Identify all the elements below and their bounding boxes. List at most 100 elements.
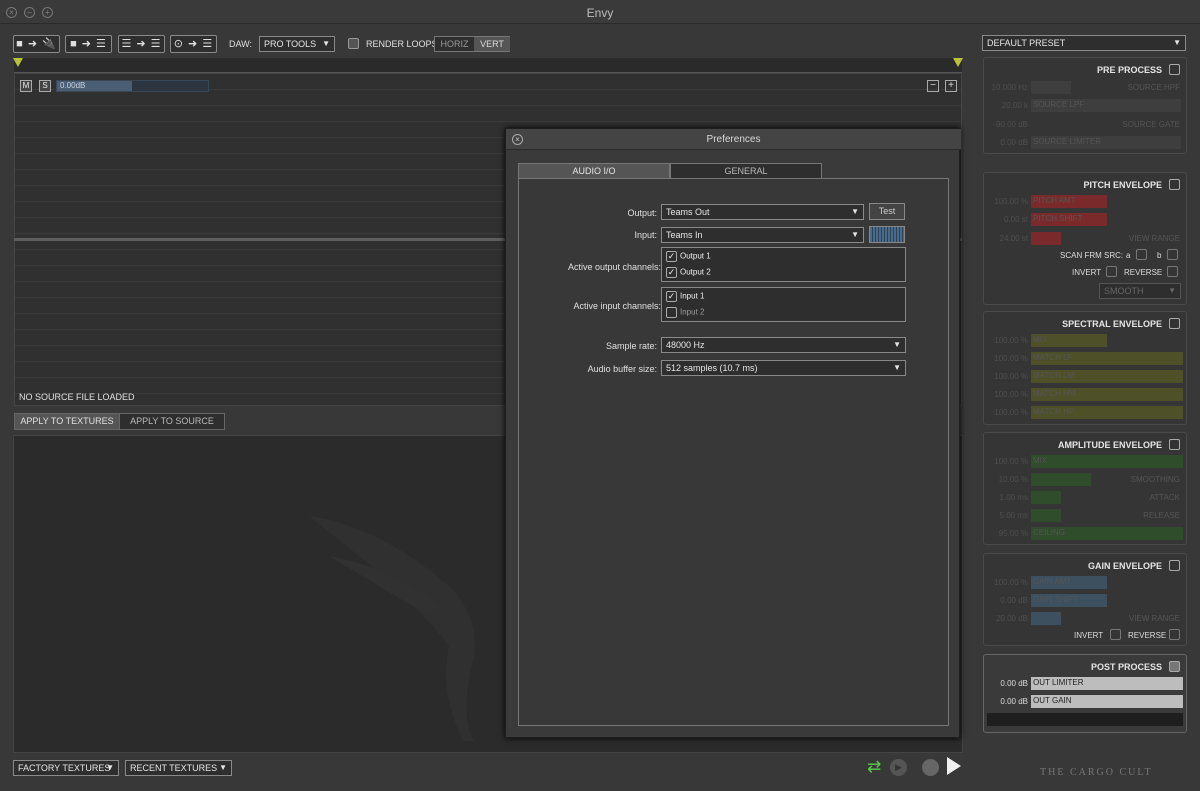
gain-reverse-checkbox[interactable] — [1169, 629, 1180, 640]
param-value: 100.00 % — [994, 390, 1028, 399]
param-label: VIEW RANGE — [1128, 614, 1180, 623]
scan-a-checkbox[interactable] — [1136, 249, 1147, 260]
factory-textures-select[interactable]: FACTORY TEXTURES ▼ — [13, 760, 119, 776]
param-bar[interactable]: PITCH SHIFT — [1031, 213, 1107, 226]
out-gain-row[interactable]: 0.00 dB OUT GAIN — [988, 694, 1184, 708]
post-process-section: POST PROCESS 0.00 dB OUT LIMITER 0.00 dB O… — [983, 654, 1187, 733]
param-bar[interactable]: PITCH AMT — [1031, 195, 1107, 208]
daw-select[interactable]: PRO TOOLS ▼ — [259, 36, 335, 52]
param-bar[interactable]: GAIN AMT — [1031, 576, 1107, 589]
tab-audio-io[interactable]: AUDIO I/O — [518, 163, 670, 179]
param-bar[interactable]: GAIN SHIFT — [1031, 594, 1107, 607]
track-gain-slider[interactable]: 0.00dB — [56, 80, 209, 92]
param-bar[interactable]: CEILING — [1031, 527, 1183, 540]
release-row[interactable]: 5.00 ms RELEASE — [988, 508, 1184, 522]
record-button[interactable] — [922, 759, 939, 776]
param-bar[interactable]: SOURCE LPF — [1031, 99, 1181, 112]
match-hf-row[interactable]: 100.00 % MATCH HF — [988, 405, 1184, 419]
param-bar[interactable]: MATCH LM — [1031, 370, 1183, 383]
gain-invert-checkbox[interactable] — [1110, 629, 1121, 640]
output-2-option[interactable]: ✓ Output 2 — [666, 267, 711, 278]
checkbox-checked-icon[interactable]: ✓ — [666, 291, 677, 302]
param-bar[interactable]: MATCH LF — [1031, 352, 1183, 365]
record-to-list-button[interactable]: ⊙ ➜ ☰ — [170, 35, 217, 53]
ceiling-row[interactable]: 95.00 % CEILING — [988, 526, 1184, 540]
play-icon[interactable] — [947, 757, 961, 775]
smoothing-row[interactable]: 10.00 % SMOOTHING — [988, 472, 1184, 486]
source-gate-row[interactable]: -90.00 dB SOURCE GATE — [988, 117, 1184, 131]
spectral-mix-row[interactable]: 100.00 % MIX — [988, 333, 1184, 347]
param-bar[interactable]: MIX — [1031, 455, 1183, 468]
gain-shift-row[interactable]: 0.00 dB GAIN SHIFT — [988, 593, 1184, 607]
checkbox-checked-icon[interactable]: ✓ — [666, 251, 677, 262]
scan-b-checkbox[interactable] — [1167, 249, 1178, 260]
param-bar[interactable]: OUT LIMITER — [1031, 677, 1183, 690]
attack-row[interactable]: 1.00 ms ATTACK — [988, 490, 1184, 504]
gain-amt-row[interactable]: 100.00 % GAIN AMT — [988, 575, 1184, 589]
export-to-list-button[interactable]: ■ ➜ ☰ — [65, 35, 112, 53]
pitch-amt-row[interactable]: 100.00 % PITCH AMT — [988, 194, 1184, 208]
tab-apply-to-source[interactable]: APPLY TO SOURCE — [119, 413, 225, 430]
export-to-plugin-button[interactable]: ■ ➜ 🔌 — [13, 35, 60, 53]
checkbox-checked-icon[interactable]: ✓ — [666, 267, 677, 278]
checkbox-empty-icon[interactable] — [666, 307, 677, 318]
tab-apply-to-textures[interactable]: APPLY TO TEXTURES — [14, 413, 120, 430]
param-bar[interactable]: MIX — [1031, 334, 1107, 347]
solo-button[interactable]: S — [39, 80, 51, 92]
param-bar[interactable] — [1031, 509, 1061, 522]
param-bar[interactable] — [1031, 491, 1061, 504]
param-bar[interactable]: MATCH HM — [1031, 388, 1183, 401]
test-button[interactable]: Test — [869, 203, 905, 220]
render-loops-checkbox[interactable] — [348, 38, 359, 49]
recent-textures-select[interactable]: RECENT TEXTURES ▼ — [125, 760, 232, 776]
param-bar[interactable]: OUT GAIN — [1031, 695, 1183, 708]
timeline-ruler[interactable] — [13, 58, 963, 73]
spectral-envelope-toggle[interactable] — [1169, 318, 1180, 329]
pitch-shift-row[interactable]: 0.00 st PITCH SHIFT — [988, 212, 1184, 226]
post-process-toggle[interactable] — [1169, 661, 1180, 672]
mute-button[interactable]: M — [20, 80, 32, 92]
loop-end-marker[interactable] — [953, 58, 963, 67]
match-lf-row[interactable]: 100.00 % MATCH LF — [988, 351, 1184, 365]
param-bar[interactable] — [1031, 473, 1091, 486]
vert-option[interactable]: VERT — [474, 37, 510, 51]
out-limiter-row[interactable]: 0.00 dB OUT LIMITER — [988, 676, 1184, 690]
tab-general[interactable]: GENERAL — [670, 163, 822, 179]
match-hm-row[interactable]: 100.00 % MATCH HM — [988, 387, 1184, 401]
horiz-option[interactable]: HORIZ — [435, 37, 474, 51]
preset-select[interactable]: DEFAULT PRESET ▼ — [982, 35, 1186, 51]
input-2-option[interactable]: Input 2 — [666, 307, 704, 318]
param-bar[interactable]: MATCH HF — [1031, 406, 1183, 419]
loop-start-marker[interactable] — [13, 58, 23, 67]
amplitude-envelope-toggle[interactable] — [1169, 439, 1180, 450]
param-bar[interactable] — [1031, 232, 1061, 245]
amplitude-mix-row[interactable]: 100.00 % MIX — [988, 454, 1184, 468]
gain-view-range-row[interactable]: 20.00 dB VIEW RANGE — [988, 611, 1184, 625]
param-bar[interactable] — [1031, 81, 1071, 94]
param-bar[interactable] — [1031, 612, 1061, 625]
pitch-envelope-toggle[interactable] — [1169, 179, 1180, 190]
gain-envelope-toggle[interactable] — [1169, 560, 1180, 571]
reverse-checkbox[interactable] — [1167, 266, 1178, 277]
zoom-out-button[interactable]: − — [927, 80, 939, 92]
view-range-row[interactable]: 24.00 st VIEW RANGE — [988, 231, 1184, 245]
input-device-select[interactable]: Teams In ▼ — [661, 227, 864, 243]
pre-process-toggle[interactable] — [1169, 64, 1180, 75]
source-lpf-row[interactable]: 20.00 k SOURCE LPF — [988, 98, 1184, 112]
output-device-select[interactable]: Teams Out ▼ — [661, 204, 864, 220]
loop-icon[interactable]: ⇄ — [867, 758, 885, 776]
play-circle-icon[interactable]: ▶ — [890, 759, 907, 776]
invert-checkbox[interactable] — [1106, 266, 1117, 277]
source-limiter-row[interactable]: 0.00 dB SOURCE LIMITER — [988, 135, 1184, 149]
list-to-list-button[interactable]: ☰ ➜ ☰ — [118, 35, 165, 53]
sample-rate-select[interactable]: 48000 Hz ▼ — [661, 337, 906, 353]
input-1-option[interactable]: ✓ Input 1 — [666, 291, 704, 302]
source-hpf-row[interactable]: 10.000 Hz SOURCE HPF — [988, 80, 1184, 94]
match-lm-row[interactable]: 100.00 % MATCH LM — [988, 369, 1184, 383]
buffer-size-select[interactable]: 512 samples (10.7 ms) ▼ — [661, 360, 906, 376]
smooth-select[interactable]: SMOOTH ▼ — [1099, 283, 1181, 299]
output-1-option[interactable]: ✓ Output 1 — [666, 251, 711, 262]
zoom-in-button[interactable]: + — [945, 80, 957, 92]
close-dialog-icon[interactable]: × — [512, 134, 523, 145]
param-bar[interactable]: SOURCE LIMITER — [1031, 136, 1181, 149]
